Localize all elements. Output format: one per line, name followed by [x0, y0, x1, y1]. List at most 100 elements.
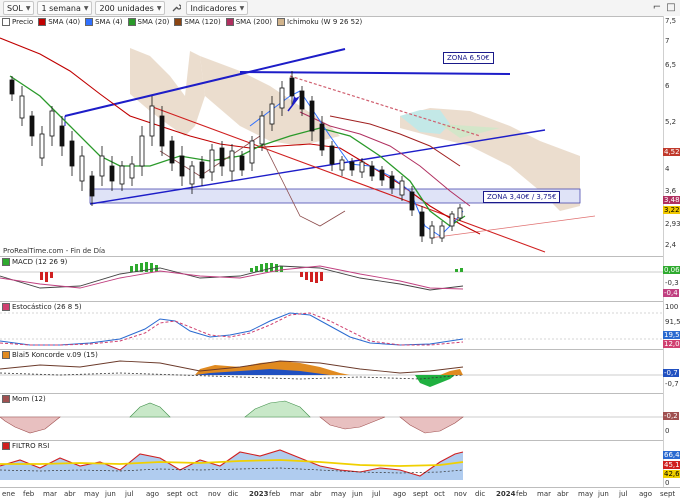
zone-mid-label[interactable]: ZONA 3,40€ / 3,75€ [483, 191, 561, 203]
chevron-down-icon: ▼ [156, 4, 162, 12]
x-tick-label: mar [43, 490, 57, 498]
legend-label: SMA (20) [137, 18, 170, 26]
legend-swatch [225, 18, 234, 26]
legend-swatch [38, 18, 47, 26]
y-tick: 91,5 [665, 318, 680, 326]
y-tick: 0 [665, 427, 670, 435]
legend-item[interactable]: SMA (40) [38, 18, 80, 26]
y-tick: 5,2 [665, 118, 677, 126]
x-tick-label: sept [660, 490, 676, 498]
x-tick-label: mar [537, 490, 551, 498]
y-tick-sma40: 4,52 [663, 148, 680, 156]
chevron-down-icon: ▼ [239, 4, 245, 12]
momentum-label[interactable]: Mom (12) [12, 395, 46, 403]
x-tick-label: nov [454, 490, 467, 498]
x-tick-label: feb [269, 490, 281, 498]
momentum-chart [0, 400, 663, 434]
x-tick-label: feb [23, 490, 35, 498]
y-tick: 7 [665, 37, 670, 45]
maximize-icon[interactable]: □ [664, 1, 678, 14]
x-tick-label: ago [393, 490, 407, 498]
x-tick-label: abr [64, 490, 76, 498]
y-tick: 2,93 [665, 220, 680, 228]
y-tick: 100 [665, 303, 679, 311]
macd-label[interactable]: MACD (12 26 9) [12, 258, 67, 266]
legend-swatch [85, 18, 94, 26]
x-tick-label: oct [434, 490, 445, 498]
y-tick: 2,4 [665, 241, 677, 249]
interval-label: 1 semana [41, 3, 81, 13]
koncorde-legend: Blai5 Koncorde v.09 (15) [2, 350, 98, 360]
macd-chart [0, 262, 663, 291]
legend-swatch [2, 258, 10, 266]
footer-credit: ProRealTime.com - Fin de Día [3, 247, 106, 255]
rsi-label[interactable]: FILTRO RSI [12, 442, 49, 450]
x-tick-label: jul [372, 490, 381, 498]
rsi-chart [0, 449, 464, 480]
y-tick: 6 [665, 82, 670, 90]
wrench-icon[interactable] [169, 2, 183, 14]
legend-swatch [277, 18, 286, 26]
x-tick-label: abr [310, 490, 322, 498]
y-tick: -0,7 [665, 380, 679, 388]
koncorde-chart [0, 360, 663, 387]
x-tick-label: may [331, 490, 347, 498]
stoch-label[interactable]: Estocástico (26 8 5) [12, 303, 82, 311]
legend-item[interactable]: SMA (200) [225, 18, 273, 26]
legend-label: SMA (40) [48, 18, 81, 26]
y-tick: 0,06 [663, 266, 680, 274]
legend-item[interactable]: SMA (20) [127, 18, 170, 26]
legend-swatch [2, 303, 10, 311]
zone-top-label[interactable]: ZONA 6,50€ [443, 52, 494, 64]
legend-item[interactable]: Ichimoku (W 9 26 52) [277, 18, 362, 26]
x-tick-label: ago [146, 490, 160, 498]
interval-selector[interactable]: 1 semana ▼ [37, 1, 93, 15]
x-tick-label: abr [557, 490, 569, 498]
price-legend: Precio SMA (40) SMA (4) SMA (20) SMA (12… [2, 17, 367, 27]
legend-swatch [174, 18, 183, 26]
legend-swatch [2, 442, 10, 450]
x-axis[interactable]: ene feb mar abr may jun jul ago sept oct nov dic 202… [0, 487, 680, 500]
y-tick: -0,2 [663, 412, 679, 420]
x-tick-label: oct [187, 490, 198, 498]
legend-label: Precio [12, 18, 34, 26]
legend-item[interactable]: SMA (4) [85, 18, 123, 26]
price-highlight: 3,22 [663, 206, 680, 214]
legend-label: SMA (200) [235, 18, 273, 26]
y-tick: 3,6 [665, 187, 677, 195]
x-tick-label: mar [290, 490, 304, 498]
x-tick-label: sept [413, 490, 429, 498]
legend-swatch [2, 395, 10, 403]
x-tick-label: jul [619, 490, 628, 498]
x-tick-label: 2024 [496, 490, 516, 498]
koncorde-label[interactable]: Blai5 Koncorde v.09 (15) [12, 351, 98, 359]
symbol-selector[interactable]: SOL ▼ [3, 1, 35, 15]
chevron-down-icon: ▼ [83, 4, 89, 12]
legend-item[interactable]: SMA (120) [174, 18, 221, 26]
x-tick-label: may [578, 490, 594, 498]
stoch-chart [0, 312, 663, 346]
chevron-down-icon: ▼ [25, 4, 31, 12]
y-tick: 4 [665, 165, 670, 173]
x-tick-label: 2023 [249, 490, 269, 498]
legend-label: Ichimoku (W 9 26 52) [287, 18, 363, 26]
y-tick-sma200: 3,48 [663, 196, 680, 204]
price-chart [0, 37, 596, 253]
x-tick-label: dic [475, 490, 486, 498]
legend-label: SMA (4) [95, 18, 123, 26]
legend-swatch [2, 351, 10, 359]
units-label: 200 unidades [99, 3, 154, 13]
toolbar: SOL ▼ 1 semana ▼ 200 unidades ▼ Indicadores… [0, 0, 680, 17]
legend-item[interactable]: Precio [2, 18, 33, 26]
legend-swatch [2, 18, 10, 26]
y-tick: -0,4 [663, 289, 679, 297]
momentum-legend: Mom (12) [2, 394, 46, 404]
minimize-icon[interactable]: ⌐ [650, 1, 664, 14]
y-tick: 42,6 [663, 470, 680, 478]
y-tick: 45,1 [663, 461, 680, 469]
x-tick-label: jun [598, 490, 609, 498]
indicators-button[interactable]: Indicadores ▼ [186, 1, 249, 15]
y-tick: 12,0 [663, 340, 680, 348]
y-tick: -0,7 [663, 369, 679, 377]
units-selector[interactable]: 200 unidades ▼ [95, 1, 166, 15]
